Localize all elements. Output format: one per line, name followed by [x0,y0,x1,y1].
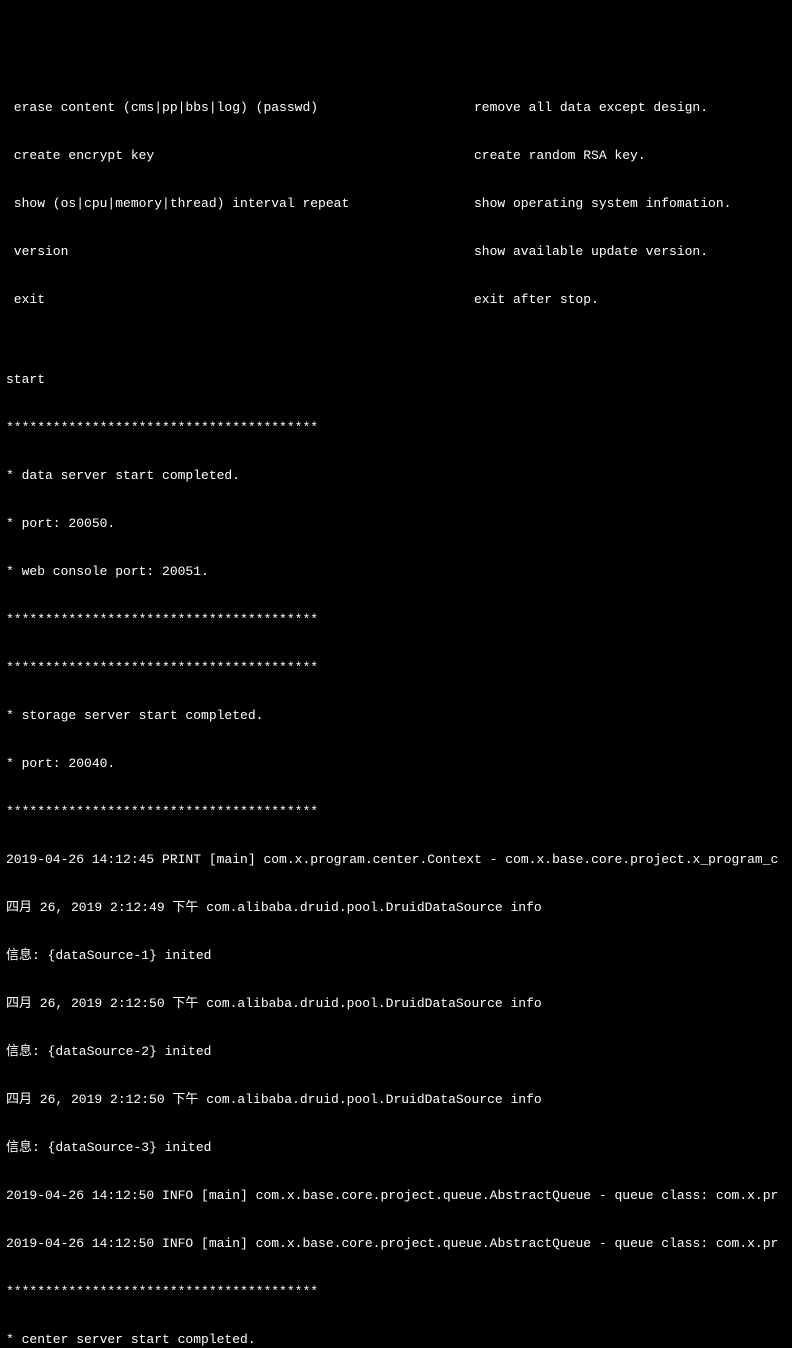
log-line: 四月 26, 2019 2:12:50 下午 com.alibaba.druid… [6,1092,786,1108]
log-line: 2019-04-26 14:12:50 INFO [main] com.x.ba… [6,1236,786,1252]
help-row: version show available update version. [6,244,786,260]
help-row: erase content (cms|pp|bbs|log) (passwd) … [6,100,786,116]
log-line: start [6,372,786,388]
help-command: version [6,244,474,260]
terminal-output[interactable]: erase content (cms|pp|bbs|log) (passwd) … [6,68,786,734]
help-command: erase content (cms|pp|bbs|log) (passwd) [6,100,474,116]
log-line: * port: 20040. [6,756,786,772]
help-row: show (os|cpu|memory|thread) interval rep… [6,196,786,212]
log-line: 2019-04-26 14:12:45 PRINT [main] com.x.p… [6,852,786,868]
help-command: exit [6,292,474,308]
log-line: **************************************** [6,420,786,436]
log-line: 2019-04-26 14:12:50 INFO [main] com.x.ba… [6,1188,786,1204]
help-command: create encrypt key [6,148,474,164]
log-line: * port: 20050. [6,516,786,532]
log-line: 信息: {dataSource-1} inited [6,948,786,964]
help-description: show available update version. [474,244,786,260]
help-command: show (os|cpu|memory|thread) interval rep… [6,196,474,212]
log-line: 信息: {dataSource-3} inited [6,1140,786,1156]
log-line: 信息: {dataSource-2} inited [6,1044,786,1060]
help-row: create encrypt key create random RSA key… [6,148,786,164]
help-description: exit after stop. [474,292,786,308]
help-description: show operating system infomation. [474,196,786,212]
help-row: exit exit after stop. [6,292,786,308]
log-line: **************************************** [6,612,786,628]
log-line: **************************************** [6,804,786,820]
log-line: * center server start completed. [6,1332,786,1348]
log-line: * data server start completed. [6,468,786,484]
log-line: 四月 26, 2019 2:12:49 下午 com.alibaba.druid… [6,900,786,916]
log-line: **************************************** [6,1284,786,1300]
log-line: * storage server start completed. [6,708,786,724]
help-description: create random RSA key. [474,148,786,164]
log-line: 四月 26, 2019 2:12:50 下午 com.alibaba.druid… [6,996,786,1012]
log-line: * web console port: 20051. [6,564,786,580]
help-description: remove all data except design. [474,100,786,116]
